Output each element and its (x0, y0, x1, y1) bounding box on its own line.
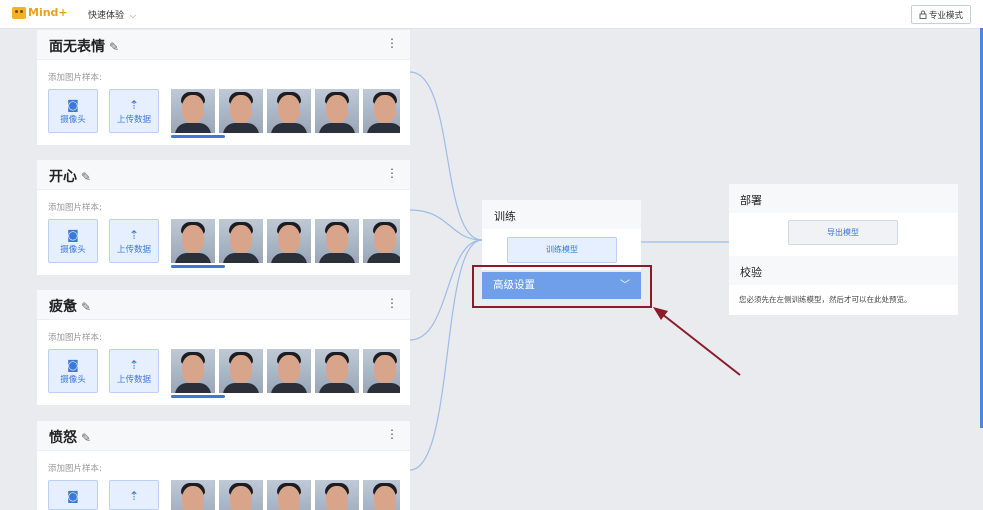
annotation-arrow (653, 307, 741, 376)
